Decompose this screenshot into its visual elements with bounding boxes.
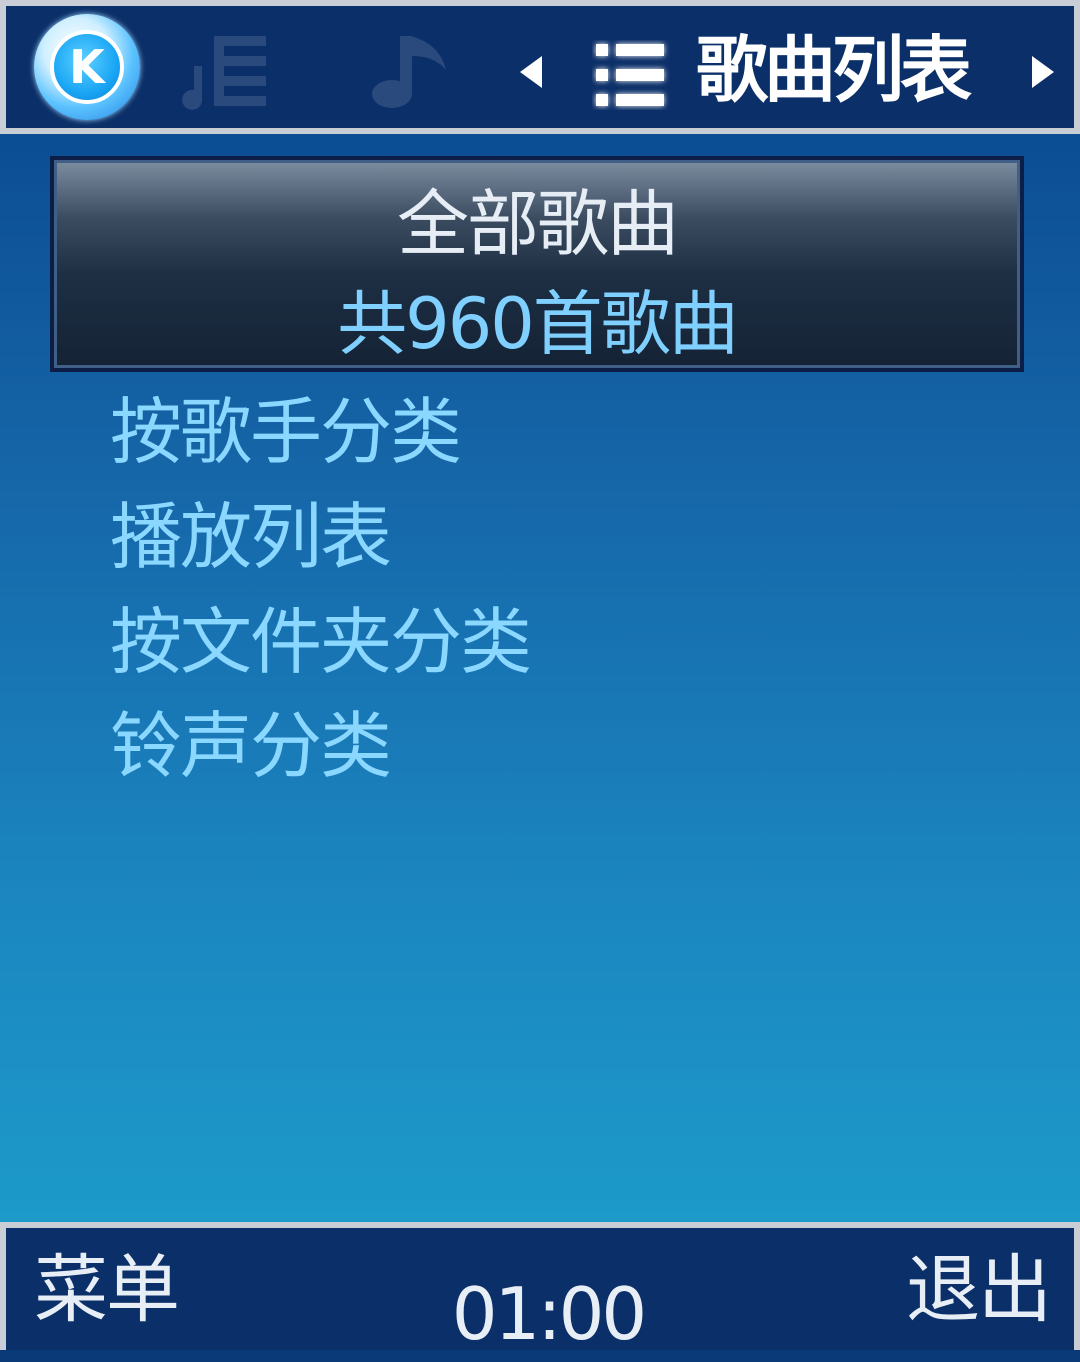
exit-softkey[interactable]: 退出 [906, 1242, 1052, 1338]
menu-item-playlist[interactable]: 播放列表 [110, 487, 810, 587]
bottom-bar: 菜单 01:00 退出 [0, 1222, 1080, 1356]
song-category-list: 全部歌曲 共960首歌曲 按歌手分类 播放列表 按文件夹分类 铃声分类 [0, 134, 1080, 1222]
menu-item-by-artist[interactable]: 按歌手分类 [110, 382, 810, 482]
app-logo[interactable]: K [34, 14, 140, 120]
logo-letter: K [50, 30, 124, 104]
music-note-icon[interactable] [362, 30, 452, 114]
menu-softkey[interactable]: 菜单 [34, 1242, 180, 1338]
all-songs-item[interactable]: 全部歌曲 共960首歌曲 [50, 156, 1024, 372]
song-count: 共960首歌曲 [337, 283, 739, 365]
list-icon[interactable] [592, 40, 670, 110]
menu-item-by-folder[interactable]: 按文件夹分类 [110, 592, 810, 692]
lyrics-icon[interactable] [180, 30, 270, 114]
next-tab-arrow-icon[interactable] [1032, 56, 1054, 88]
top-bar: K 歌曲列表 [0, 0, 1080, 134]
all-songs-title: 全部歌曲 [396, 182, 679, 266]
phone-screen: K 歌曲列表 全部歌曲 共960首歌曲 按歌手分类 播放列表 按文件夹分类 铃声… [0, 0, 1080, 1356]
prev-tab-arrow-icon[interactable] [520, 56, 542, 88]
menu-item-ringtones[interactable]: 铃声分类 [110, 696, 810, 796]
screen-title: 歌曲列表 [696, 28, 972, 112]
clock: 01:00 [451, 1272, 648, 1356]
